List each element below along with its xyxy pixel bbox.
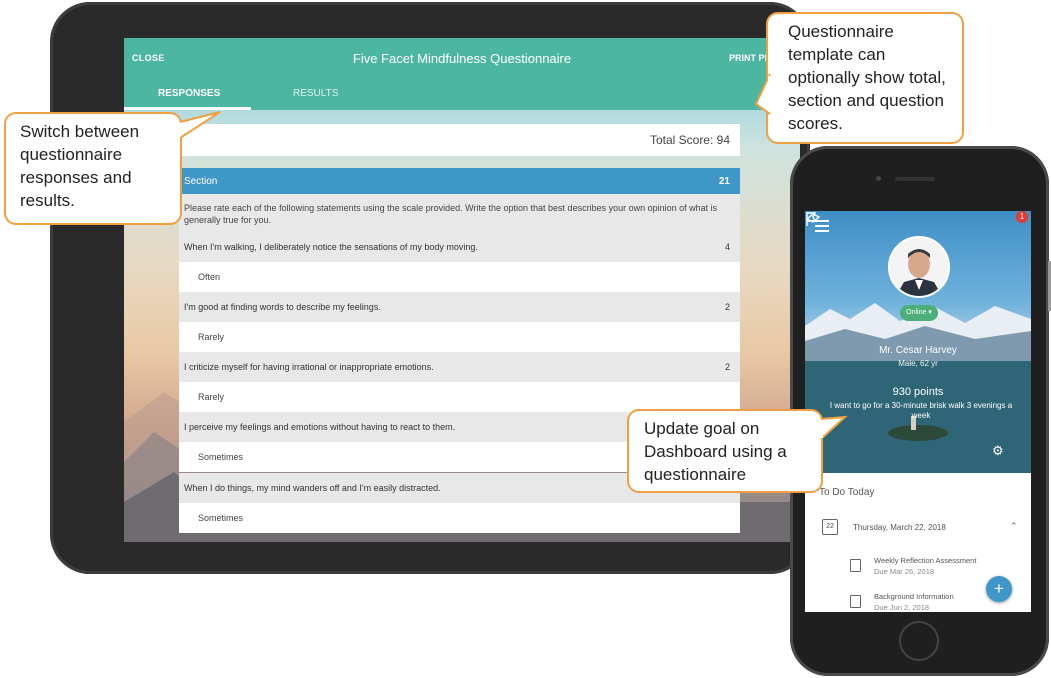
question-text: When I'm walking, I deliberately notice … bbox=[184, 242, 478, 252]
answer-row[interactable]: Rarely bbox=[179, 382, 740, 412]
todo-date: Thursday, March 22, 2018 bbox=[853, 523, 946, 532]
phone-camera bbox=[876, 176, 881, 181]
answer-text: Often bbox=[198, 272, 221, 282]
answer-text: Sometimes bbox=[198, 452, 244, 462]
answer-text: Rarely bbox=[198, 392, 225, 402]
answer-row[interactable]: Sometimes bbox=[179, 503, 740, 533]
print-button[interactable]: PRINT PR bbox=[729, 53, 771, 63]
callout-pointer bbox=[177, 111, 221, 139]
todo-title: To Do Today bbox=[819, 487, 875, 498]
section-score: 21 bbox=[718, 176, 730, 187]
callout-template: Questionnaire template can optionally sh… bbox=[754, 12, 964, 144]
question-text: I'm good at finding words to describe my… bbox=[184, 302, 381, 312]
task-title[interactable]: Weekly Reflection Assessment bbox=[874, 556, 976, 565]
gear-icon[interactable]: ⚙ bbox=[992, 443, 1004, 459]
question-row: I'm good at finding words to describe my… bbox=[179, 292, 740, 322]
question-text: When I do things, my mind wanders off an… bbox=[184, 483, 441, 493]
points: 930 points bbox=[892, 386, 944, 398]
question-text: I criticize myself for having irrational… bbox=[184, 362, 434, 372]
clipboard-icon bbox=[850, 559, 861, 572]
avatar[interactable] bbox=[888, 236, 950, 298]
chevron-up-icon[interactable]: ⌃ bbox=[1010, 521, 1018, 532]
answer-row[interactable]: Rarely bbox=[179, 322, 740, 352]
section-instructions: Please rate each of the following statem… bbox=[179, 194, 740, 232]
answer-text: Sometimes bbox=[198, 513, 244, 523]
callout-goal-text: Update goal on Dashboard using a questio… bbox=[644, 419, 787, 484]
task-due: Due Mar 26, 2018 bbox=[874, 567, 935, 576]
patient-details: Male, 62 yr bbox=[898, 359, 938, 368]
status-label: Online bbox=[906, 309, 927, 316]
callout-template-text: Questionnaire template can optionally sh… bbox=[788, 22, 946, 133]
notification-badge: 1 bbox=[1016, 211, 1028, 223]
question-row: I criticize myself for having irrational… bbox=[179, 352, 740, 382]
todo-card: To Do Today 22 Thursday, March 22, 2018 … bbox=[805, 477, 1031, 612]
phone-device: 1 Online ▾ Mr. Cesar Harvey Male, 62 yr … bbox=[790, 146, 1051, 676]
clipboard-icon bbox=[850, 595, 861, 608]
question-score: 2 bbox=[724, 302, 730, 312]
calendar-icon: 22 bbox=[822, 519, 838, 535]
question-score: 4 bbox=[724, 242, 730, 252]
callout-switch-text: Switch between questionnaire responses a… bbox=[20, 122, 140, 210]
tab-results[interactable]: RESULTS bbox=[293, 88, 338, 99]
question-text: I perceive my feelings and emotions with… bbox=[184, 422, 456, 432]
answer-text: Rarely bbox=[198, 332, 225, 342]
questionnaire-header: CLOSE Five Facet Mindfulness Questionnai… bbox=[124, 38, 800, 110]
patient-name: Mr. Cesar Harvey bbox=[879, 345, 957, 356]
task-due: Due Jun 2, 2018 bbox=[874, 603, 930, 612]
home-button[interactable] bbox=[899, 621, 939, 661]
total-score: Total Score: 94 bbox=[649, 133, 730, 147]
tab-responses[interactable]: RESPONSES bbox=[158, 88, 220, 99]
question-score: 2 bbox=[724, 362, 730, 372]
phone-screen: 1 Online ▾ Mr. Cesar Harvey Male, 62 yr … bbox=[805, 211, 1031, 612]
marketing-composite: CLOSE Five Facet Mindfulness Questionnai… bbox=[0, 0, 1051, 678]
callout-switch: Switch between questionnaire responses a… bbox=[4, 111, 221, 225]
total-score-row: Total Score: 94 bbox=[179, 124, 740, 156]
flag-icon[interactable] bbox=[805, 211, 817, 227]
question-row: When I'm walking, I deliberately notice … bbox=[179, 232, 740, 262]
callout-goal: Update goal on Dashboard using a questio… bbox=[627, 409, 848, 493]
section-label: Section bbox=[184, 176, 218, 187]
questionnaire-title: Five Facet Mindfulness Questionnaire bbox=[352, 51, 572, 66]
avatar-portrait bbox=[890, 238, 948, 296]
section-header: Section 21 bbox=[179, 168, 740, 194]
goal-text[interactable]: I want to go for a 30-minute brisk walk … bbox=[829, 401, 1013, 421]
task-title[interactable]: Background Information bbox=[874, 592, 954, 601]
callout-pointer bbox=[754, 73, 773, 115]
phone-speaker bbox=[895, 177, 935, 181]
callout-pointer bbox=[818, 415, 848, 440]
active-tab-indicator bbox=[124, 107, 251, 110]
answer-row[interactable]: Often bbox=[179, 262, 740, 292]
status-dropdown[interactable]: Online ▾ bbox=[900, 305, 938, 321]
add-button[interactable]: + bbox=[986, 576, 1012, 602]
